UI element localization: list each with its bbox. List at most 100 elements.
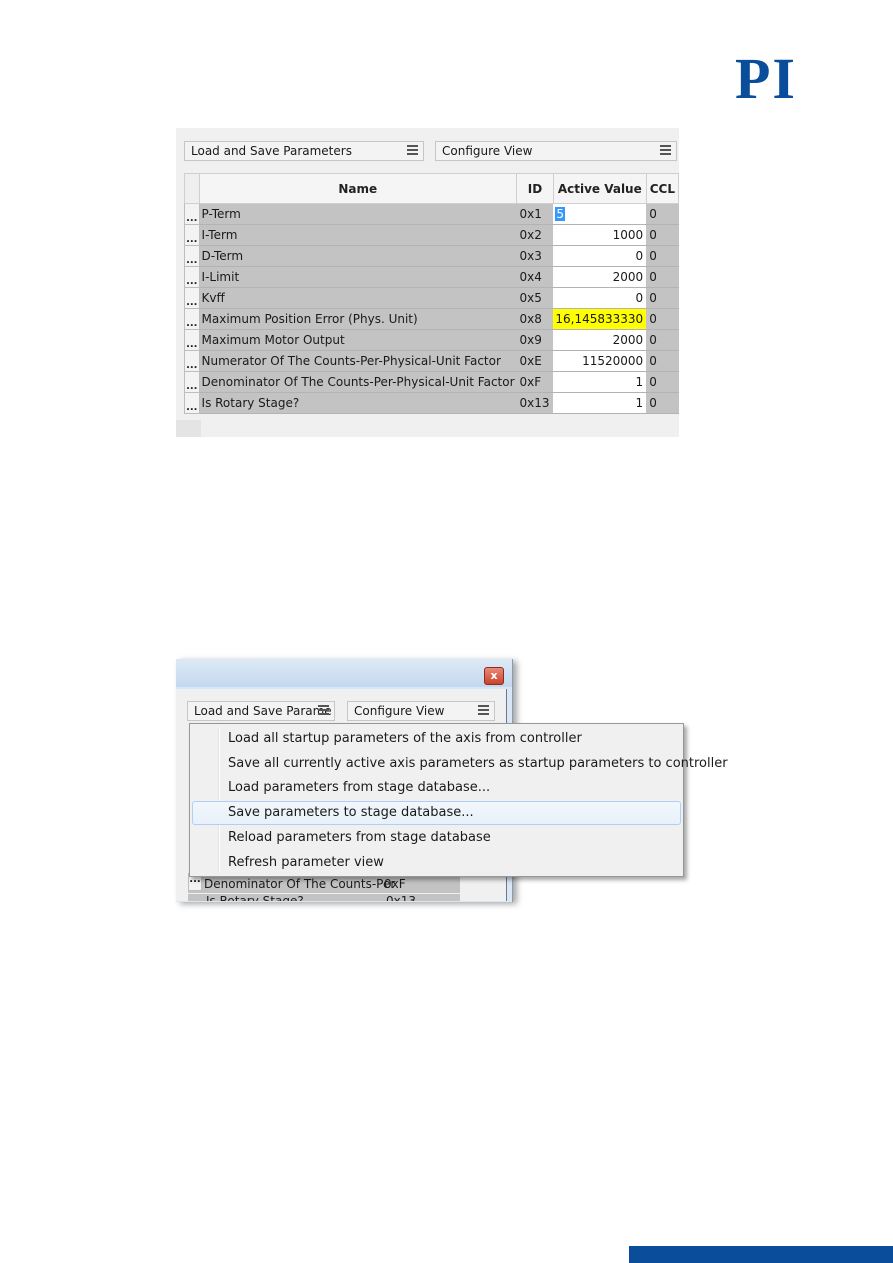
table-row[interactable]: ... Maximum Motor Output 0x9 2000 0 xyxy=(184,329,679,351)
param-ccl: 0 xyxy=(646,224,679,246)
param-id: 0x8 xyxy=(516,308,554,330)
row-details-button[interactable]: ... xyxy=(184,371,200,393)
table-row[interactable]: ... P-Term 0x1 5 0 xyxy=(184,203,679,225)
table-row[interactable]: ... I-Limit 0x4 2000 0 xyxy=(184,266,679,288)
configure-view-label: Configure View xyxy=(442,144,533,158)
param-ccl: 0 xyxy=(646,392,679,414)
active-value-field[interactable]: 11520000 xyxy=(553,350,647,372)
menu-item[interactable]: Refresh parameter view xyxy=(192,851,681,875)
active-value-field[interactable]: 16,145833330 xyxy=(553,308,647,330)
param-id: 0x13 xyxy=(516,392,554,414)
row-details-button[interactable]: ... xyxy=(184,245,200,267)
column-header-name[interactable]: Name xyxy=(198,173,518,204)
param-name: Maximum Position Error (Phys. Unit) xyxy=(199,308,517,330)
active-value-field[interactable]: 1000 xyxy=(553,224,647,246)
menu-item[interactable]: Save parameters to stage database... xyxy=(192,801,681,826)
active-value-field[interactable]: 1 xyxy=(553,371,647,393)
param-name: I-Limit xyxy=(199,266,517,288)
configure-view-dropdown[interactable]: Configure View xyxy=(347,701,495,721)
param-id: 0xF xyxy=(516,371,554,393)
param-name: D-Term xyxy=(199,245,517,267)
value-text: 11520000 xyxy=(582,354,644,368)
param-name: Denominator Of The Counts-Per-Physical-U… xyxy=(199,371,517,393)
param-ccl: 0 xyxy=(646,287,679,309)
hamburger-menu-icon xyxy=(660,145,671,155)
row-details-button[interactable]: ... xyxy=(184,392,200,414)
load-save-parameters-dropdown[interactable]: Load and Save Parameters xyxy=(184,141,424,161)
param-ccl: 0 xyxy=(646,245,679,267)
menu-item[interactable]: Load all startup parameters of the axis … xyxy=(192,727,681,751)
value-text: 1 xyxy=(635,375,644,389)
param-name: Denominator Of The Counts-Per xyxy=(204,877,396,891)
table-row[interactable]: ... D-Term 0x3 0 0 xyxy=(184,245,679,267)
close-button[interactable]: x xyxy=(484,667,504,685)
param-ccl: 0 xyxy=(646,266,679,288)
hamburger-menu-icon xyxy=(478,705,489,715)
active-value-field[interactable]: 5 xyxy=(553,203,647,225)
load-save-parameters-dropdown[interactable]: Load and Save Parame xyxy=(187,701,335,721)
hamburger-menu-icon xyxy=(407,145,418,155)
load-save-label: Load and Save Parame xyxy=(194,704,332,718)
row-details-button[interactable]: ... xyxy=(184,350,200,372)
param-id: 0x4 xyxy=(516,266,554,288)
menu-item[interactable]: Reload parameters from stage database xyxy=(192,826,681,850)
param-ccl: 0 xyxy=(646,308,679,330)
row-details-button[interactable]: ... xyxy=(184,287,200,309)
param-ccl: 0 xyxy=(646,350,679,372)
value-text: 0 xyxy=(635,249,644,263)
value-text: 1000 xyxy=(612,228,644,242)
value-text: 2000 xyxy=(612,270,644,284)
parameter-table-screenshot: Load and Save Parameters Configure View … xyxy=(176,128,680,437)
table-row[interactable]: ... Denominator Of The Counts-Per-Physica… xyxy=(184,371,679,393)
table-row[interactable]: ... Numerator Of The Counts-Per-Physical-… xyxy=(184,350,679,372)
column-header-active-value[interactable]: Active Value xyxy=(552,173,647,204)
param-name: Maximum Motor Output xyxy=(199,329,517,351)
table-row[interactable]: ... Is Rotary Stage? 0x13 1 0 xyxy=(184,392,679,414)
param-id: 0x1 xyxy=(516,203,554,225)
param-id: 0xF xyxy=(384,877,406,891)
param-name: Numerator Of The Counts-Per-Physical-Uni… xyxy=(199,350,517,372)
load-save-label: Load and Save Parameters xyxy=(191,144,352,158)
menu-item[interactable]: Save all currently active axis parameter… xyxy=(192,752,728,776)
column-header-ccl[interactable]: CCL xyxy=(645,173,680,204)
param-id: 0xE xyxy=(516,350,554,372)
value-text: 1 xyxy=(635,396,644,410)
param-name: I-Term xyxy=(199,224,517,246)
table-row[interactable]: ... I-Term 0x2 1000 0 xyxy=(184,224,679,246)
parameters-table: Name ID Active Value CCL ... P-Term 0x1 5 0.… xyxy=(184,173,680,414)
row-details-button[interactable]: ... xyxy=(184,308,200,330)
active-value-field[interactable]: 2000 xyxy=(553,329,647,351)
param-id: 0x9 xyxy=(516,329,554,351)
table-footer-strip xyxy=(176,420,201,437)
selected-value-text: 5 xyxy=(555,207,566,221)
row-details-button[interactable]: ... xyxy=(184,224,200,246)
active-value-field[interactable]: 0 xyxy=(553,287,647,309)
active-value-field[interactable]: 1 xyxy=(553,392,647,414)
table-row: Is Rotary Stage? 0x13 xyxy=(188,894,460,901)
row-details-button[interactable]: ... xyxy=(184,329,200,351)
table-row[interactable]: ... Kvff 0x5 0 0 xyxy=(184,287,679,309)
param-name: P-Term xyxy=(199,203,517,225)
param-name: Is Rotary Stage? xyxy=(199,392,517,414)
active-value-field[interactable]: 0 xyxy=(553,245,647,267)
configure-view-label: Configure View xyxy=(354,704,445,718)
menu-item[interactable]: Load parameters from stage database... xyxy=(192,776,681,800)
configure-view-dropdown[interactable]: Configure View xyxy=(435,141,677,161)
value-text: 16,145833330 xyxy=(555,312,644,326)
param-ccl: 0 xyxy=(646,371,679,393)
corner-header xyxy=(184,173,200,204)
param-id: 0x3 xyxy=(516,245,554,267)
row-details-button[interactable]: ... xyxy=(184,203,200,225)
param-id: 0x5 xyxy=(516,287,554,309)
param-id: 0x13 xyxy=(386,894,417,901)
param-name: Is Rotary Stage? xyxy=(206,894,304,901)
pi-logo: PI xyxy=(735,46,797,111)
active-value-field[interactable]: 2000 xyxy=(553,266,647,288)
table-row[interactable]: ... Maximum Position Error (Phys. Unit) 0x… xyxy=(184,308,679,330)
column-header-id[interactable]: ID xyxy=(516,173,554,204)
window-title-bar xyxy=(176,659,512,687)
value-text: 2000 xyxy=(612,333,644,347)
footer-bar xyxy=(629,1246,893,1263)
hamburger-menu-icon xyxy=(318,705,329,715)
row-details-button[interactable]: ... xyxy=(184,266,200,288)
